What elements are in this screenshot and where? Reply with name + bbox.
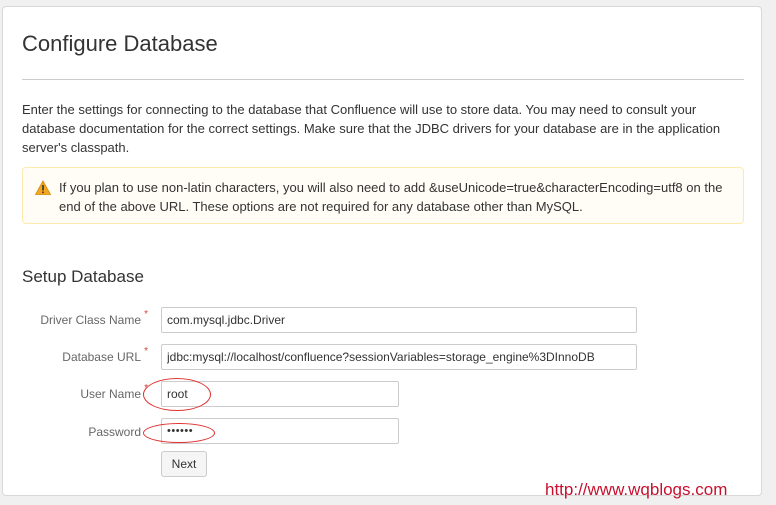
password-label: Password (88, 425, 141, 439)
title-divider (22, 79, 744, 80)
next-button[interactable]: Next (161, 451, 207, 477)
password-label-text: Password (88, 425, 141, 439)
configure-database-panel: Configure Database Enter the settings fo… (2, 6, 762, 496)
section-title: Setup Database (22, 267, 144, 286)
driver-class-label: Driver Class Name * (40, 309, 148, 327)
watermark-text: http://www.wqblogs.com (545, 480, 728, 499)
driver-class-input[interactable] (161, 307, 637, 333)
warning-text: If you plan to use non-latin characters,… (59, 180, 723, 214)
user-name-input[interactable] (161, 381, 399, 407)
warning-message: If you plan to use non-latin characters,… (22, 167, 744, 224)
intro-text: Enter the settings for connecting to the… (22, 102, 721, 155)
required-marker: * (144, 309, 148, 320)
required-marker: * (144, 383, 148, 394)
database-url-label: Database URL * (62, 346, 148, 364)
database-url-input[interactable] (161, 344, 637, 370)
warning-triangle-icon (34, 180, 52, 196)
password-input[interactable]: •••••• (161, 418, 399, 444)
database-url-label-text: Database URL (62, 350, 141, 364)
user-name-label-text: User Name (80, 387, 141, 401)
required-marker: * (144, 346, 148, 357)
driver-class-label-text: Driver Class Name (40, 313, 141, 327)
user-name-label: User Name * (80, 383, 148, 401)
page-title: Configure Database (22, 31, 218, 56)
